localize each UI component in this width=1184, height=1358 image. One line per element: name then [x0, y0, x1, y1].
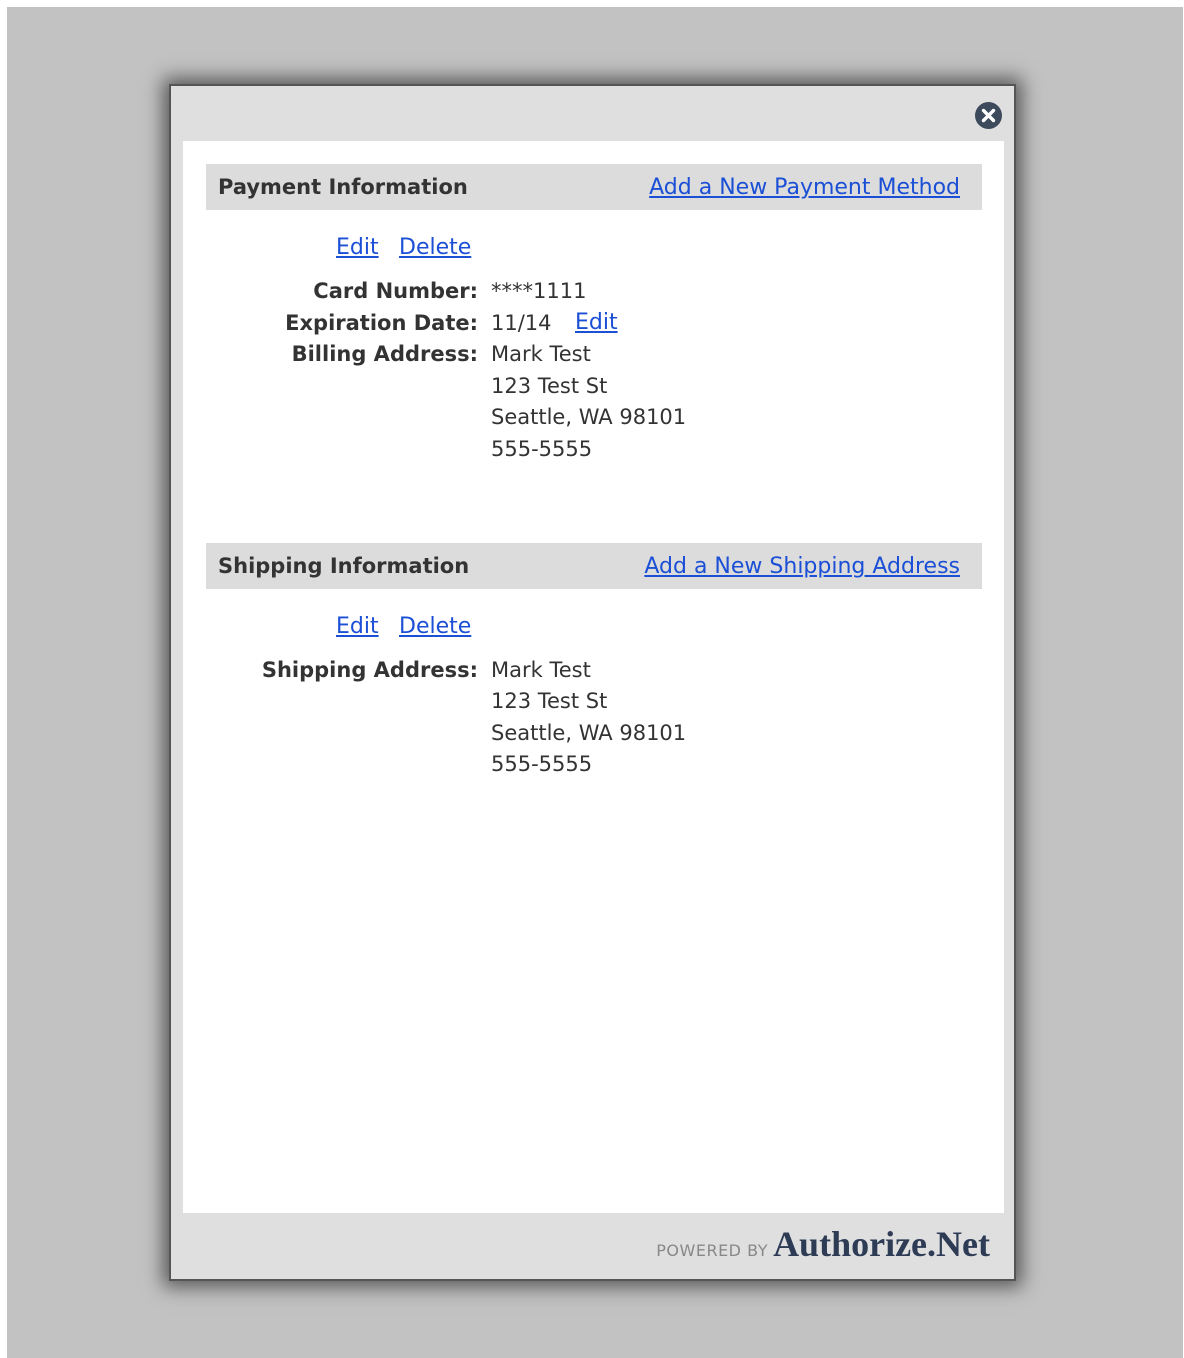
payment-profile-dialog: Payment Information Add a New Payment Me…	[169, 84, 1016, 1281]
shipping-delete-link[interactable]: Delete	[399, 614, 471, 639]
expiration-edit-link[interactable]: Edit	[575, 310, 618, 335]
billing-address-line: Seattle, WA 98101	[491, 405, 687, 429]
close-button[interactable]	[975, 102, 1002, 129]
payment-delete-link[interactable]: Delete	[399, 235, 471, 260]
billing-address-line: 555-5555	[491, 437, 593, 461]
payment-edit-link[interactable]: Edit	[336, 235, 379, 260]
expiration-date-value: 11/14	[491, 311, 552, 335]
payment-section-title: Payment Information	[218, 175, 468, 199]
shipping-address-line: 555-5555	[491, 752, 593, 776]
shipping-address-line: Mark Test	[491, 658, 591, 682]
dialog-content: Payment Information Add a New Payment Me…	[183, 141, 1004, 1213]
billing-address-line: Mark Test	[491, 342, 591, 366]
shipping-edit-link[interactable]: Edit	[336, 614, 379, 639]
shipping-section-title: Shipping Information	[218, 554, 470, 578]
card-number-label: Card Number:	[313, 279, 478, 303]
shipping-address-line: 123 Test St	[491, 689, 608, 713]
shipping-address-label: Shipping Address:	[261, 658, 478, 682]
billing-address-line: 123 Test St	[491, 374, 608, 398]
authorize-net-logo: Authorize.Net	[773, 1224, 990, 1264]
close-icon[interactable]	[975, 102, 1002, 129]
shipping-address-line: Seattle, WA 98101	[491, 721, 687, 745]
add-payment-method-link[interactable]: Add a New Payment Method	[649, 175, 960, 200]
shipping-section-header: Shipping Information Add a New Shipping …	[206, 543, 982, 589]
powered-by-text: POWERED BY	[656, 1241, 768, 1260]
expiration-date-label: Expiration Date:	[285, 311, 478, 335]
payment-section-header: Payment Information Add a New Payment Me…	[206, 164, 982, 210]
powered-by-footer: POWERED BY Authorize.Net	[656, 1223, 990, 1265]
add-shipping-address-link[interactable]: Add a New Shipping Address	[644, 554, 960, 579]
card-number-value: ****1111	[491, 279, 587, 303]
billing-address-label: Billing Address:	[291, 342, 478, 366]
